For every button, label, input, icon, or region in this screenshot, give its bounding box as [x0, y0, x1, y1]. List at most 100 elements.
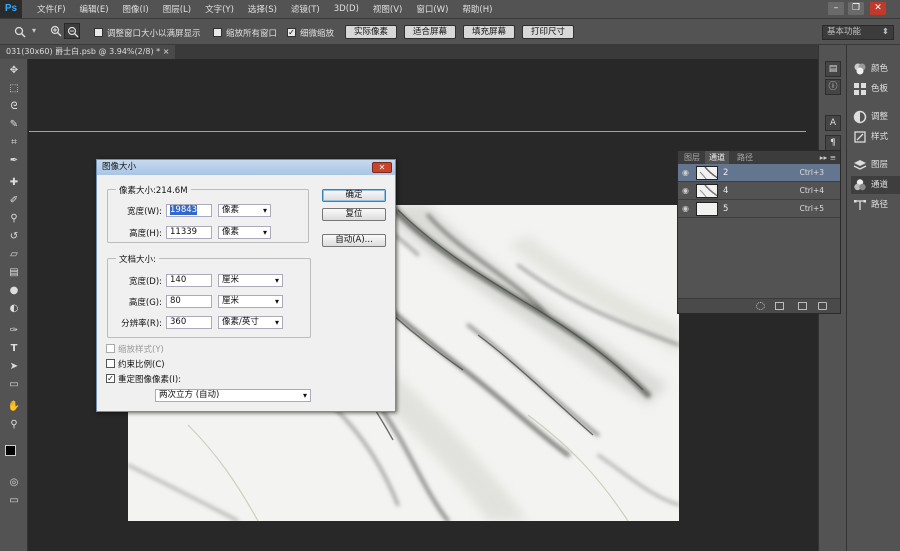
menu-3d[interactable]: 3D(D)	[327, 4, 366, 14]
guide-line	[29, 131, 806, 132]
type-tool-icon[interactable]: T	[4, 341, 24, 357]
doc-height-input[interactable]: 80	[166, 295, 212, 308]
width-label: 宽度(W):	[127, 207, 162, 217]
menu-file[interactable]: 文件(F)	[30, 3, 73, 15]
menu-select[interactable]: 选择(S)	[241, 3, 284, 15]
width-unit-select[interactable]: 像素	[218, 204, 271, 217]
visibility-eye-icon[interactable]: ◉	[682, 204, 692, 214]
zoom-tool-panel-icon[interactable]: ⚲	[4, 417, 24, 433]
character-panel-icon[interactable]: A	[825, 115, 841, 131]
fit-screen-button[interactable]: 适合屏幕	[404, 25, 456, 39]
channels-panel: 图层 通道 路径 ▸▸ ≡ ◉ 2 Ctrl+3 ◉ 4 Ctrl+4 ◉ 5 …	[677, 150, 841, 314]
lasso-tool-icon[interactable]: ᘓ	[4, 99, 24, 115]
channel-row[interactable]: ◉ 2 Ctrl+3	[678, 164, 840, 182]
paragraph-panel-icon[interactable]: ¶	[825, 135, 841, 151]
menu-view[interactable]: 视图(V)	[366, 3, 409, 15]
zoom-out-toggle[interactable]	[64, 23, 80, 39]
clone-stamp-tool-icon[interactable]: ⚲	[4, 211, 24, 227]
dodge-tool-icon[interactable]: ◐	[4, 301, 24, 317]
eyedropper-tool-icon[interactable]: ✒	[4, 153, 24, 169]
tab-layers[interactable]: 图层	[680, 151, 704, 164]
marquee-tool-icon[interactable]: ⬚	[4, 81, 24, 97]
channels-panel-tab[interactable]: 通道	[851, 176, 900, 194]
menu-image[interactable]: 图像(I)	[116, 3, 156, 15]
brush-tool-icon[interactable]: ✐	[4, 193, 24, 209]
visibility-eye-icon[interactable]: ◉	[682, 186, 692, 196]
dialog-titlebar[interactable]: 图像大小 ✕	[97, 160, 395, 175]
channel-name: 5	[723, 204, 729, 214]
document-tab[interactable]: 031(30x60) 爵士白.psb @ 3.94%(2/8) * ×	[0, 45, 176, 59]
tool-preset-chevron-icon[interactable]: ▾	[32, 26, 36, 35]
height-unit-select[interactable]: 像素	[218, 226, 271, 239]
fill-screen-button[interactable]: 填充屏幕	[463, 25, 515, 39]
channel-row[interactable]: ◉ 4 Ctrl+4	[678, 182, 840, 200]
tab-paths[interactable]: 路径	[733, 151, 757, 164]
reset-button[interactable]: 复位	[322, 208, 386, 221]
properties-panel-icon[interactable]: ⓘ	[825, 79, 841, 95]
auto-button[interactable]: 自动(A)...	[322, 234, 386, 247]
quick-mask-icon[interactable]: ◎	[4, 475, 24, 491]
height-value: 11339	[170, 227, 198, 237]
move-tool-icon[interactable]: ✥	[4, 63, 24, 79]
scrubby-zoom-checkbox[interactable]: ✓	[287, 28, 296, 37]
paths-panel-tab[interactable]: 路径	[853, 196, 900, 214]
pen-tool-icon[interactable]: ✑	[4, 323, 24, 339]
close-window-button[interactable]: ✕	[870, 2, 886, 15]
visibility-eye-icon[interactable]: ◉	[682, 168, 692, 178]
history-panel-icon[interactable]: ▤	[825, 61, 841, 77]
hand-tool-icon[interactable]: ✋	[4, 399, 24, 415]
gradient-tool-icon[interactable]: ▤	[4, 265, 24, 281]
quick-select-tool-icon[interactable]: ✎	[4, 117, 24, 133]
height-input[interactable]: 11339	[166, 226, 212, 239]
blur-tool-icon[interactable]: ●	[4, 283, 24, 299]
dialog-close-button[interactable]: ✕	[372, 162, 392, 173]
swatches-panel-tab[interactable]: 色板	[853, 80, 900, 98]
resample-checkbox[interactable]: ✓	[106, 374, 115, 383]
menu-edit[interactable]: 编辑(E)	[73, 3, 116, 15]
menu-filter[interactable]: 滤镜(T)	[284, 3, 327, 15]
layers-panel-tab[interactable]: 图层	[853, 156, 900, 174]
minimize-button[interactable]: –	[828, 2, 844, 15]
workspace-select[interactable]: 基本功能 ⬍	[822, 25, 894, 40]
actual-pixels-button[interactable]: 实际像素	[345, 25, 397, 39]
menu-help[interactable]: 帮助(H)	[455, 3, 499, 15]
channel-row[interactable]: ◉ 5 Ctrl+5	[678, 200, 840, 218]
color-panel-tab[interactable]: 颜色	[853, 60, 900, 78]
menu-layer[interactable]: 图层(L)	[156, 3, 198, 15]
new-channel-icon[interactable]	[798, 302, 807, 310]
styles-panel-tab[interactable]: 样式	[853, 128, 900, 146]
scale-styles-checkbox[interactable]	[106, 344, 115, 353]
adjustments-panel-tab[interactable]: 调整	[853, 108, 900, 126]
healing-brush-tool-icon[interactable]: ✚	[4, 175, 24, 191]
rectangle-tool-icon[interactable]: ▭	[4, 377, 24, 393]
history-brush-tool-icon[interactable]: ↺	[4, 229, 24, 245]
tab-channels[interactable]: 通道	[705, 151, 729, 164]
resample-method-select[interactable]: 两次立方 (自动)	[155, 389, 311, 402]
doc-width-input[interactable]: 140	[166, 274, 212, 287]
screen-mode-icon[interactable]: ▭	[4, 493, 24, 509]
restore-button[interactable]: ❐	[848, 2, 864, 15]
ok-button[interactable]: 确定	[322, 189, 386, 202]
delete-channel-icon[interactable]	[818, 302, 827, 310]
panel-menu-icon[interactable]: ▸▸ ≡	[820, 151, 836, 164]
menu-type[interactable]: 文字(Y)	[198, 3, 241, 15]
print-size-button[interactable]: 打印尺寸	[522, 25, 574, 39]
zoom-in-icon[interactable]	[50, 25, 62, 37]
resize-windows-checkbox[interactable]	[94, 28, 103, 37]
resolution-unit-select[interactable]: 像素/英寸	[218, 316, 283, 329]
path-select-tool-icon[interactable]: ➤	[4, 359, 24, 375]
save-selection-icon[interactable]	[775, 302, 784, 310]
doc-height-unit-select[interactable]: 厘米	[218, 295, 283, 308]
menu-window[interactable]: 窗口(W)	[409, 3, 455, 15]
crop-tool-icon[interactable]: ⌗	[4, 135, 24, 151]
width-input[interactable]: 19843	[166, 204, 212, 217]
options-bar: ▾ 调整窗口大小以满屏显示 缩放所有窗口 ✓ 细微缩放 实际像素 适合屏幕 填充…	[0, 18, 900, 45]
constrain-proportions-checkbox[interactable]	[106, 359, 115, 368]
foreground-color-swatch[interactable]	[5, 445, 16, 456]
load-selection-icon[interactable]	[756, 302, 765, 310]
doc-width-unit-select[interactable]: 厘米	[218, 274, 283, 287]
zoom-all-checkbox[interactable]	[213, 28, 222, 37]
zoom-tool-icon[interactable]	[14, 26, 26, 38]
resolution-input[interactable]: 360	[166, 316, 212, 329]
eraser-tool-icon[interactable]: ▱	[4, 247, 24, 263]
